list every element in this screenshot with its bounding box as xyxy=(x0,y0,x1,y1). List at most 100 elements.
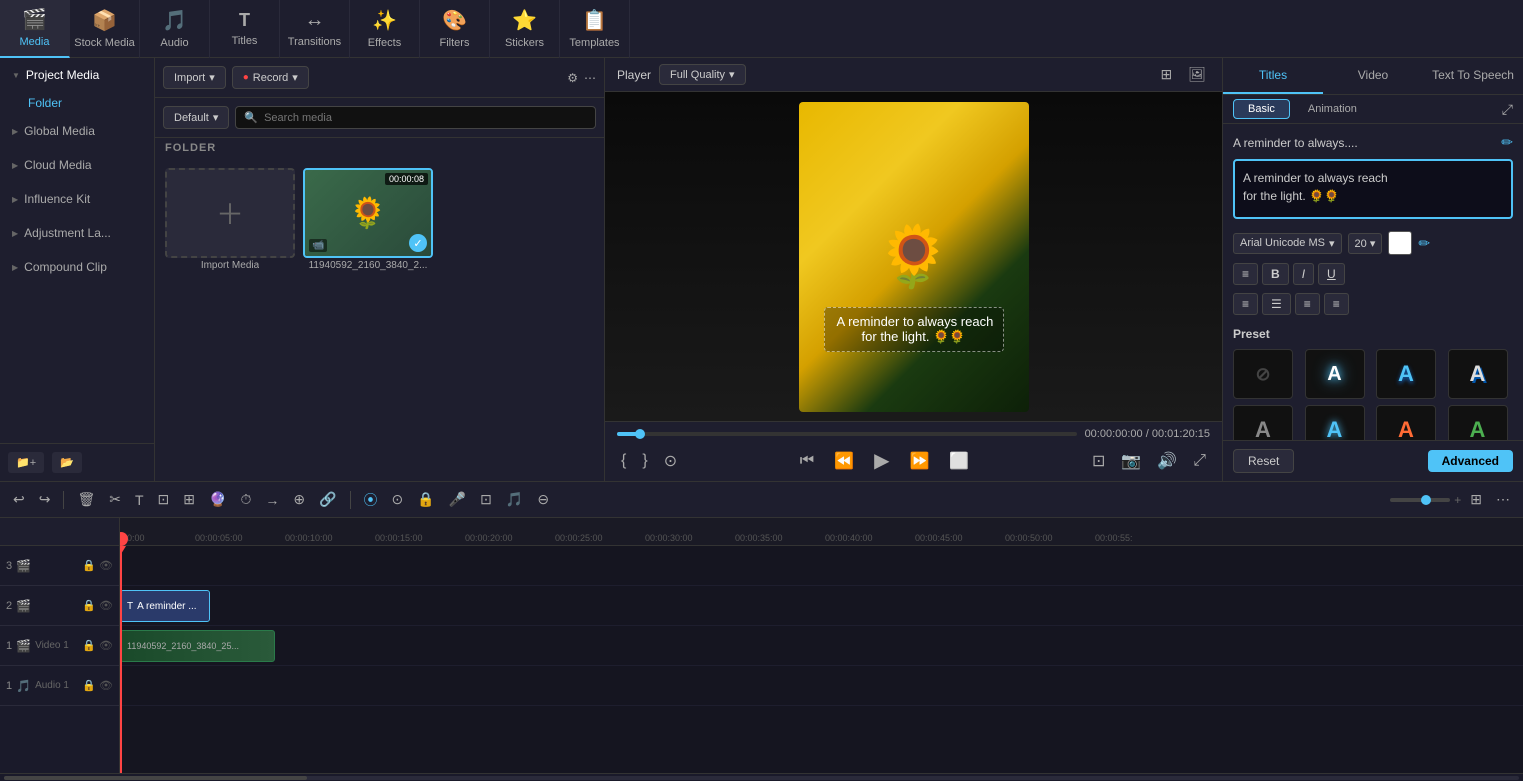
sidebar-item-cloud-media[interactable]: ▶ Cloud Media xyxy=(0,148,154,182)
volume-button[interactable]: 🔊 xyxy=(1153,449,1181,473)
redo-button[interactable]: ↪ xyxy=(34,489,56,510)
preset-3[interactable]: A xyxy=(1448,349,1508,399)
effect-btn[interactable]: 🔮 xyxy=(204,489,231,510)
toolbar-stickers[interactable]: ⭐ Stickers xyxy=(490,0,560,58)
sidebar-item-project-media[interactable]: ▼ Project Media xyxy=(0,58,154,92)
underline-button[interactable]: U xyxy=(1318,263,1345,285)
right-panel-expand-icon[interactable]: ⤢ xyxy=(1502,101,1513,118)
font-color-edit-icon[interactable]: ✏ xyxy=(1418,235,1430,252)
sidebar-folder-item[interactable]: Folder xyxy=(0,92,154,114)
video-thumbnail[interactable]: 🌻 00:00:08 📹 ✓ xyxy=(303,168,433,258)
sidebar-item-global-media[interactable]: ▶ Global Media xyxy=(0,114,154,148)
filter-icon[interactable]: ⚙ xyxy=(567,71,578,85)
tab-text-to-speech[interactable]: Text To Speech xyxy=(1423,58,1523,94)
zoom-slider[interactable] xyxy=(1390,498,1450,502)
preset-6[interactable]: A xyxy=(1376,405,1436,440)
preset-2[interactable]: A xyxy=(1376,349,1436,399)
sub-tab-animation[interactable]: Animation xyxy=(1294,100,1371,118)
add-folder-button[interactable]: 📁+ xyxy=(8,452,44,473)
player-progress-bar[interactable] xyxy=(617,432,1077,436)
bold-button[interactable]: B xyxy=(1262,263,1289,285)
more-icon[interactable]: ⋯ xyxy=(584,71,596,85)
fullscreen-button[interactable]: ⬜ xyxy=(945,449,973,473)
caption-btn[interactable]: ⊡ xyxy=(475,489,497,510)
toolbar-filters[interactable]: 🎨 Filters xyxy=(420,0,490,58)
title-clip[interactable]: T A reminder ... xyxy=(120,590,210,622)
import-button[interactable]: Import ▾ xyxy=(163,66,226,89)
toolbar-templates[interactable]: 📋 Templates xyxy=(560,0,630,58)
default-filter-button[interactable]: Default ▾ xyxy=(163,106,229,129)
extra-btn[interactable]: ⊙ xyxy=(660,449,681,473)
align-right-button[interactable]: ≡ xyxy=(1295,293,1320,315)
toolbar-effects[interactable]: ✨ Effects xyxy=(350,0,420,58)
speed-btn[interactable]: ⏱ xyxy=(235,489,256,510)
track1-lock-icon[interactable]: 🔒 xyxy=(82,639,96,652)
arrow-btn[interactable]: → xyxy=(260,490,284,510)
strikethrough-button[interactable]: ≡ xyxy=(1233,263,1258,285)
audio1-lock-icon[interactable]: 🔒 xyxy=(82,679,96,692)
toolbar-stock-media[interactable]: 📦 Stock Media xyxy=(70,0,140,58)
delete-button[interactable]: 🗑 xyxy=(72,489,100,510)
font-size-select[interactable]: 20 ▾ xyxy=(1348,233,1383,254)
play-head-btn[interactable]: ⦿ xyxy=(359,488,383,512)
more-tracks-btn[interactable]: ⋯ xyxy=(1491,489,1515,510)
track2-lock-icon[interactable]: 🔒 xyxy=(82,599,96,612)
sidebar-item-influence-kit[interactable]: ▶ Influence Kit xyxy=(0,182,154,216)
media-search-box[interactable]: 🔍 xyxy=(235,106,596,129)
sidebar-item-adjustment-layer[interactable]: ▶ Adjustment La... xyxy=(0,216,154,250)
track3-lock-icon[interactable]: 🔒 xyxy=(82,559,96,572)
video-clip[interactable]: 11940592_2160_3840_25... xyxy=(120,630,275,662)
crop-btn[interactable]: ⊞ xyxy=(178,489,200,510)
voiceover-btn[interactable]: 🎵 xyxy=(501,489,528,510)
crop-button[interactable]: ⊡ xyxy=(1088,449,1109,473)
snap-btn[interactable]: ⊙ xyxy=(387,489,409,510)
track2-eye-icon[interactable]: 👁 xyxy=(99,599,113,612)
align-center-button[interactable]: ☰ xyxy=(1262,293,1291,315)
reset-button[interactable]: Reset xyxy=(1233,449,1294,473)
toolbar-audio[interactable]: 🎵 Audio xyxy=(140,0,210,58)
bracket-close-button[interactable]: } xyxy=(638,450,651,472)
grid-view-icon[interactable]: ⊞ xyxy=(1156,64,1176,85)
grid-btn[interactable]: ⊞ xyxy=(1465,489,1487,510)
image-icon[interactable]: 🖼 xyxy=(1184,64,1210,85)
folder-button[interactable]: 📂 xyxy=(52,452,82,473)
search-input[interactable] xyxy=(264,112,587,124)
minus-btn[interactable]: ⊖ xyxy=(532,489,554,510)
preset-1[interactable]: A xyxy=(1305,349,1365,399)
toolbar-transitions[interactable]: ↔ Transitions xyxy=(280,0,350,58)
mic-btn[interactable]: 🎤 xyxy=(444,489,471,510)
title-text-wrapper[interactable]: A reminder to always reachfor the light.… xyxy=(1233,159,1513,219)
advanced-button[interactable]: Advanced xyxy=(1428,450,1513,472)
camera-button[interactable]: 📷 xyxy=(1117,449,1145,473)
font-family-select[interactable]: Arial Unicode MS ▾ xyxy=(1233,233,1342,254)
sidebar-item-compound-clip[interactable]: ▶ Compound Clip xyxy=(0,250,154,284)
font-color-picker[interactable] xyxy=(1388,231,1412,255)
italic-button[interactable]: I xyxy=(1293,263,1314,285)
preset-4[interactable]: A xyxy=(1233,405,1293,440)
sub-tab-basic[interactable]: Basic xyxy=(1233,99,1290,119)
preset-5[interactable]: A xyxy=(1305,405,1365,440)
quality-button[interactable]: Full Quality ▾ xyxy=(659,64,746,85)
step-back-button[interactable]: ⏪ xyxy=(830,449,858,473)
step-forward-button[interactable]: ⏩ xyxy=(905,449,933,473)
title-edit-icon[interactable]: ✏ xyxy=(1501,134,1513,151)
track3-eye-icon[interactable]: 👁 xyxy=(99,559,113,572)
cut-button[interactable]: ✂ xyxy=(104,489,126,510)
tab-video[interactable]: Video xyxy=(1323,58,1423,94)
track1-eye-icon[interactable]: 👁 xyxy=(99,639,113,652)
play-button[interactable]: ▶ xyxy=(870,446,893,475)
link-btn[interactable]: 🔗 xyxy=(314,489,341,510)
copy-btn[interactable]: ⊕ xyxy=(288,489,310,510)
scrollbar-track[interactable] xyxy=(4,776,1519,780)
scrollbar-thumb[interactable] xyxy=(4,776,307,780)
split-button[interactable]: ⊡ xyxy=(153,489,175,510)
audio1-eye-icon[interactable]: 👁 xyxy=(99,679,113,692)
import-media-thumb[interactable]: ＋ xyxy=(165,168,295,258)
rewind-button[interactable]: ⏮ xyxy=(796,450,818,472)
undo-button[interactable]: ↩ xyxy=(8,489,30,510)
bracket-open-button[interactable]: { xyxy=(617,450,630,472)
lock-btn[interactable]: 🔒 xyxy=(412,489,439,510)
text-button[interactable]: T xyxy=(130,490,149,510)
expand-button[interactable]: ⤢ xyxy=(1189,450,1210,472)
align-justify-button[interactable]: ≡ xyxy=(1324,293,1349,315)
